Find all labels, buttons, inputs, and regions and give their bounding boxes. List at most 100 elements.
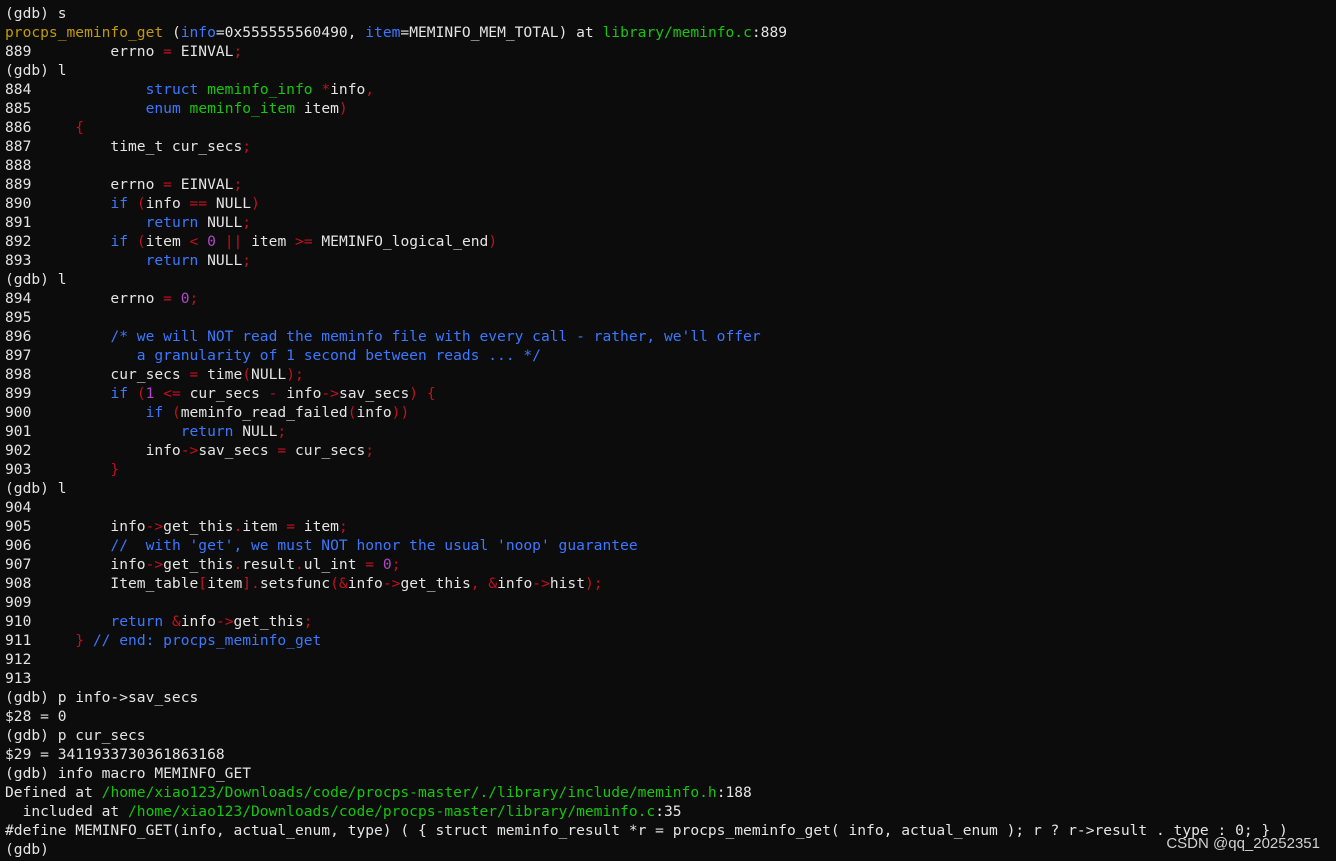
terminal-text-segment: }: [75, 632, 85, 649]
terminal-line: 889 errno = EINVAL;: [5, 175, 1336, 194]
terminal-text-segment: ): [488, 233, 498, 250]
terminal-text-segment: ->: [145, 556, 164, 573]
terminal-text-segment: result: [242, 556, 295, 573]
terminal-text-segment: =: [365, 556, 375, 573]
terminal-text-segment: info: [330, 81, 366, 98]
terminal-line: 904: [5, 498, 1336, 517]
terminal-text-segment: sav_secs: [338, 385, 410, 402]
terminal-text-segment: 899: [5, 385, 111, 402]
terminal-text-segment: time: [198, 366, 243, 383]
terminal-text-segment: if: [110, 195, 129, 212]
terminal-text-segment: info: [497, 575, 533, 592]
terminal-text-segment: ;: [242, 214, 252, 231]
terminal-text-segment: 911: [5, 632, 76, 649]
terminal-text-segment: // end: procps_meminfo_get: [92, 632, 322, 649]
terminal-text-segment: meminfo_read_failed: [180, 404, 348, 421]
terminal-text-segment: (gdb): [5, 841, 49, 858]
terminal-text-segment: ->: [145, 518, 164, 535]
terminal-text-segment: 903: [5, 461, 111, 478]
terminal-text-segment: 0: [382, 556, 392, 573]
terminal-text-segment: {: [426, 385, 436, 402]
terminal-line: 907 info->get_this.result.ul_int = 0;: [5, 555, 1336, 574]
terminal-text-segment: MEMINFO_logical_end: [312, 233, 489, 250]
terminal-text-segment: (gdb) l: [5, 62, 67, 79]
terminal-text-segment: =MEMINFO_MEM_TOTAL) at: [400, 24, 603, 41]
terminal-text-segment: 0: [180, 290, 190, 307]
terminal-text-segment: 886: [5, 119, 76, 136]
terminal-text-segment: info: [356, 404, 392, 421]
terminal-text-segment: get_this: [163, 556, 234, 573]
terminal-line: 897 a granularity of 1 second between re…: [5, 346, 1336, 365]
terminal-text-segment: item: [365, 24, 401, 41]
terminal-text-segment: }: [110, 461, 120, 478]
terminal-text-segment: return: [145, 214, 199, 231]
terminal-text-segment: 904: [5, 499, 32, 516]
terminal-text-segment: &: [488, 575, 498, 592]
terminal-text-segment: );: [585, 575, 603, 592]
terminal-text-segment: library/meminfo.c: [602, 24, 752, 41]
terminal-line: (gdb) p cur_secs: [5, 726, 1336, 745]
terminal-line: 884 struct meminfo_info *info,: [5, 80, 1336, 99]
terminal-text-segment: info: [180, 24, 216, 41]
terminal-text-segment: 898 cur_secs: [5, 366, 190, 383]
terminal-text-segment: ;: [189, 290, 199, 307]
terminal-text-segment: 901: [5, 423, 181, 440]
terminal-text-segment: return: [145, 252, 199, 269]
terminal-text-segment: ;: [338, 518, 348, 535]
terminal-line: 900 if (meminfo_read_failed(info)): [5, 403, 1336, 422]
terminal-line: 888: [5, 156, 1336, 175]
terminal-text-segment: 905 info: [5, 518, 146, 535]
terminal-text-segment: ->: [532, 575, 550, 592]
terminal-text-segment: (gdb) p cur_secs: [5, 727, 146, 744]
terminal-text-segment: info: [180, 613, 216, 630]
terminal-output[interactable]: (gdb) s procps_meminfo_get (info=0x555555…: [5, 0, 1336, 859]
terminal-text-segment: 906: [5, 537, 111, 554]
terminal-line: 891 return NULL;: [5, 213, 1336, 232]
terminal-text-segment: (: [171, 404, 181, 421]
terminal-line: 913: [5, 669, 1336, 688]
terminal-text-segment: cur_secs: [286, 442, 366, 459]
terminal-line: Defined at /home/xiao123/Downloads/code/…: [5, 783, 1336, 802]
terminal-text-segment: 913: [5, 670, 32, 687]
terminal-text-segment: =: [163, 290, 172, 307]
terminal-text-segment: 897: [5, 347, 111, 364]
terminal-text-segment: info: [145, 195, 190, 212]
terminal-text-segment: Defined at: [5, 784, 102, 801]
terminal-text-segment: (&: [330, 575, 348, 592]
terminal-text-segment: ;: [242, 138, 252, 155]
terminal-text-segment: ): [409, 385, 419, 402]
terminal-line: $28 = 0: [5, 707, 1336, 726]
terminal-line: (gdb) info macro MEMINFO_GET: [5, 764, 1336, 783]
terminal-text-segment: EINVAL: [171, 43, 234, 60]
terminal-line: 909: [5, 593, 1336, 612]
terminal-text-segment: :188: [716, 784, 752, 801]
terminal-text-segment: if: [110, 233, 129, 250]
terminal-text-segment: );: [286, 366, 304, 383]
terminal-text-segment: 887 time_t cur_secs: [5, 138, 243, 155]
terminal-line: 895: [5, 308, 1336, 327]
terminal-text-segment: (gdb) l: [5, 271, 67, 288]
terminal-text-segment: if: [110, 385, 129, 402]
terminal-line: 912: [5, 650, 1336, 669]
terminal-text-segment: 888: [5, 157, 32, 174]
terminal-text-segment: 889 errno: [5, 43, 164, 60]
terminal-text-segment: #define MEMINFO_GET(info, actual_enum, t…: [5, 822, 1288, 839]
terminal-text-segment: .: [233, 518, 243, 535]
terminal-text-segment: [: [198, 575, 208, 592]
terminal-text-segment: (: [136, 233, 146, 250]
terminal-text-segment: ,: [365, 81, 375, 98]
terminal-text-segment: NULL: [207, 195, 252, 212]
terminal-line: (gdb) s: [5, 4, 1336, 23]
terminal-text-segment: ==: [189, 195, 208, 212]
terminal-line: 887 time_t cur_secs;: [5, 137, 1336, 156]
terminal-line: 894 errno = 0;: [5, 289, 1336, 308]
terminal-text-segment: (gdb) info macro MEMINFO_GET: [5, 765, 252, 782]
terminal-line: 901 return NULL;: [5, 422, 1336, 441]
